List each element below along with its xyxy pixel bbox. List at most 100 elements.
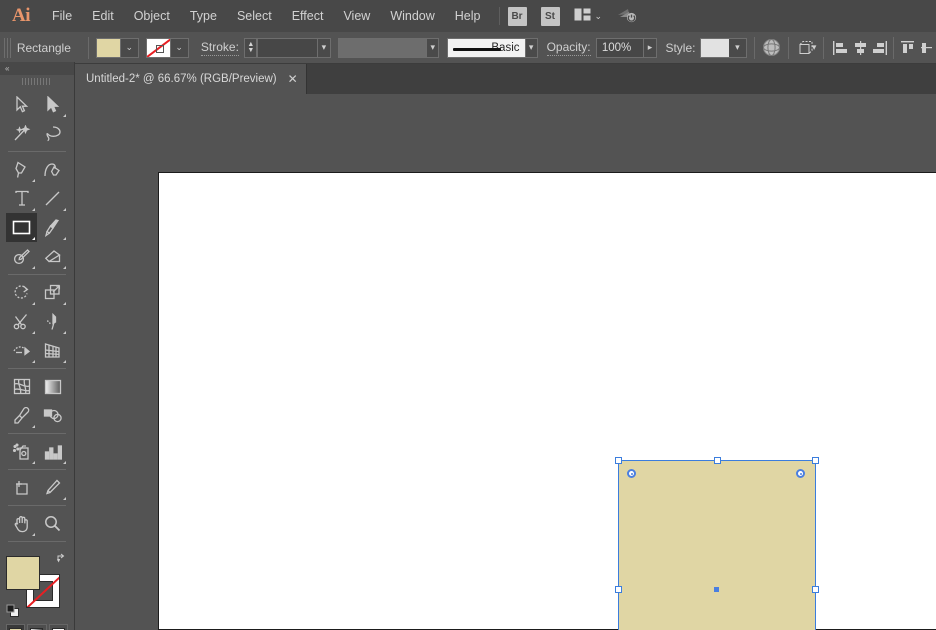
- direct-selection-tool[interactable]: [37, 90, 68, 119]
- color-button[interactable]: [6, 624, 26, 630]
- eraser-tool[interactable]: [37, 242, 68, 271]
- live-corner-widget-top-right[interactable]: [796, 469, 805, 478]
- tool-flyout-indicator[interactable]: [32, 461, 35, 464]
- default-fill-stroke-icon[interactable]: [6, 604, 20, 618]
- menu-item-file[interactable]: File: [42, 0, 82, 32]
- document-tab[interactable]: Untitled-2* @ 66.67% (RGB/Preview) ✕: [75, 64, 307, 94]
- tool-flyout-indicator[interactable]: [32, 208, 35, 211]
- selection-tool[interactable]: [6, 90, 37, 119]
- chevron-down-icon[interactable]: ▾: [728, 38, 746, 57]
- none-button[interactable]: [48, 624, 68, 630]
- tool-flyout-indicator[interactable]: [63, 237, 66, 240]
- slice-tool[interactable]: [37, 473, 68, 502]
- fill-swatch[interactable]: [96, 38, 121, 57]
- brush-definition-dropdown[interactable]: Basic: [447, 37, 526, 58]
- blend-tool[interactable]: [37, 401, 68, 430]
- scissors-tool[interactable]: [6, 307, 37, 336]
- tool-flyout-indicator[interactable]: [63, 497, 66, 500]
- curvature-tool[interactable]: [37, 155, 68, 184]
- align-left-button[interactable]: [831, 37, 850, 59]
- toolbar-fill-swatch[interactable]: [6, 556, 40, 590]
- type-tool[interactable]: [6, 184, 37, 213]
- tool-flyout-indicator[interactable]: [63, 461, 66, 464]
- scale-tool[interactable]: [37, 278, 68, 307]
- pen-tool[interactable]: [6, 155, 37, 184]
- paintbrush-tool[interactable]: [37, 213, 68, 242]
- fill-color-picker[interactable]: ⌄: [95, 37, 139, 58]
- mesh-tool[interactable]: [6, 372, 37, 401]
- tool-flyout-indicator[interactable]: [32, 533, 35, 536]
- control-bar-grip[interactable]: [4, 37, 12, 58]
- tool-flyout-indicator[interactable]: [63, 302, 66, 305]
- line-segment-tool[interactable]: [37, 184, 68, 213]
- menu-item-edit[interactable]: Edit: [82, 0, 124, 32]
- tools-panel-grip[interactable]: [0, 75, 74, 88]
- align-vertical-button[interactable]: [917, 37, 936, 59]
- gradient-button[interactable]: [27, 624, 47, 630]
- chevron-down-icon[interactable]: ⌄: [120, 38, 138, 57]
- tool-flyout-indicator[interactable]: [32, 360, 35, 363]
- zoom-tool[interactable]: [37, 509, 68, 538]
- selected-rectangle[interactable]: [618, 460, 816, 630]
- tool-flyout-indicator[interactable]: [32, 266, 35, 269]
- graphic-style-swatch[interactable]: [700, 38, 729, 57]
- handle-middle-right[interactable]: [812, 586, 819, 593]
- magic-wand-tool[interactable]: [6, 119, 37, 148]
- graphic-style-picker[interactable]: ▾: [699, 37, 747, 58]
- menu-item-select[interactable]: Select: [227, 0, 282, 32]
- swap-fill-stroke-icon[interactable]: [56, 552, 68, 564]
- gradient-tool[interactable]: [37, 372, 68, 401]
- tool-flyout-indicator[interactable]: [63, 360, 66, 363]
- arrange-documents-button[interactable]: ⌄: [574, 8, 602, 24]
- tool-flyout-indicator[interactable]: [32, 425, 35, 428]
- handle-top-right[interactable]: [812, 457, 819, 464]
- tool-flyout-indicator[interactable]: [32, 302, 35, 305]
- align-center-horizontal-button[interactable]: [851, 37, 870, 59]
- menu-item-object[interactable]: Object: [124, 0, 180, 32]
- align-right-button[interactable]: [870, 37, 889, 59]
- symbol-sprayer-tool[interactable]: [6, 437, 37, 466]
- handle-middle-left[interactable]: [615, 586, 622, 593]
- menu-item-window[interactable]: Window: [380, 0, 444, 32]
- rectangle-tool[interactable]: [6, 213, 37, 242]
- close-icon[interactable]: ✕: [288, 72, 298, 86]
- stroke-weight-input[interactable]: [257, 37, 319, 58]
- chevron-down-icon[interactable]: ▾: [427, 37, 440, 58]
- hand-tool[interactable]: [6, 509, 37, 538]
- chevron-down-icon[interactable]: ▾: [318, 37, 331, 58]
- tool-flyout-indicator[interactable]: [63, 331, 66, 334]
- tool-flyout-indicator[interactable]: [63, 266, 66, 269]
- artboard[interactable]: [158, 172, 936, 630]
- tool-flyout-indicator[interactable]: [32, 237, 35, 240]
- column-graph-tool[interactable]: [37, 437, 68, 466]
- appearance-sphere-button[interactable]: [762, 37, 781, 59]
- stroke-profile-dropdown[interactable]: [338, 37, 428, 58]
- chevron-down-icon[interactable]: ▾: [525, 37, 538, 58]
- canvas-area[interactable]: [75, 94, 936, 630]
- chevron-down-icon[interactable]: ⌄: [170, 38, 188, 57]
- tool-flyout-indicator[interactable]: [32, 331, 35, 334]
- width-tool[interactable]: [6, 336, 37, 365]
- artboard-tool[interactable]: [6, 473, 37, 502]
- handle-top-center[interactable]: [713, 457, 721, 464]
- shaper-tool[interactable]: [6, 242, 37, 271]
- lasso-tool[interactable]: [37, 119, 68, 148]
- rotate-tool[interactable]: [6, 278, 37, 307]
- bridge-badge[interactable]: Br: [507, 6, 527, 26]
- align-top-button[interactable]: [898, 37, 917, 59]
- chevron-down-icon[interactable]: ▾: [812, 42, 817, 53]
- opacity-label[interactable]: Opacity:: [546, 40, 591, 56]
- opacity-options-button[interactable]: ▸: [644, 37, 657, 58]
- collapse-panel-icon[interactable]: «: [5, 64, 10, 73]
- live-corner-widget-top-left[interactable]: [627, 469, 636, 478]
- menu-item-effect[interactable]: Effect: [282, 0, 334, 32]
- tool-flyout-indicator[interactable]: [32, 179, 35, 182]
- menu-item-type[interactable]: Type: [180, 0, 227, 32]
- menu-item-view[interactable]: View: [333, 0, 380, 32]
- tool-flyout-indicator[interactable]: [63, 208, 66, 211]
- stroke-color-picker[interactable]: ⌄: [145, 37, 189, 58]
- menu-item-help[interactable]: Help: [445, 0, 491, 32]
- stroke-weight-label[interactable]: Stroke:: [200, 40, 239, 56]
- perspective-grid-tool[interactable]: [37, 336, 68, 365]
- tools-panel-header[interactable]: «: [0, 62, 74, 75]
